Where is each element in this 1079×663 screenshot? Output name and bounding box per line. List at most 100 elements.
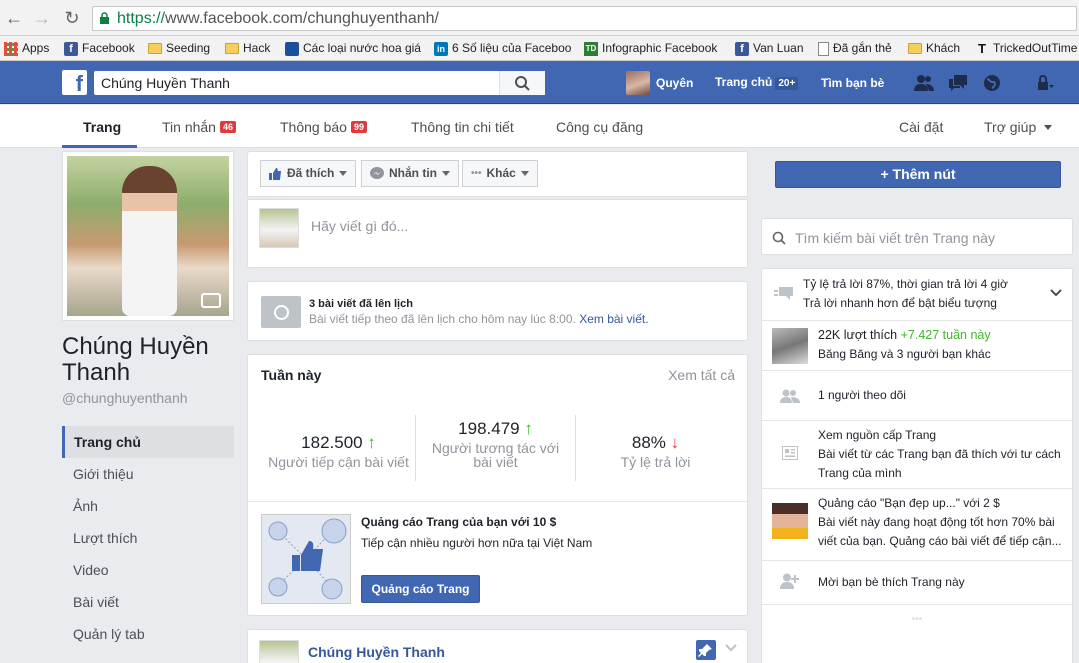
- lock-menu-icon[interactable]: [1036, 74, 1054, 92]
- more-dots-icon[interactable]: •••: [762, 614, 1072, 625]
- view-posts-link[interactable]: Xem bài viết.: [579, 312, 648, 326]
- profile-photo-person: [122, 166, 177, 316]
- tab-help[interactable]: Trợ giúp: [984, 119, 1053, 135]
- left-nav-videos[interactable]: Video: [62, 554, 234, 586]
- messages-count-badge: 46: [219, 121, 236, 133]
- page-feed-row[interactable]: Xem nguồn cấp Trang Bài viết từ các Tran…: [762, 421, 1072, 489]
- left-nav-home[interactable]: Trang chủ: [62, 426, 234, 458]
- bookmarks-bar: Apps f Facebook Seeding Hack Các loại nướ…: [0, 36, 1079, 61]
- bookmark-facebook[interactable]: f Facebook: [64, 40, 135, 57]
- page-feed-title: Xem nguồn cấp Trang: [818, 428, 937, 442]
- promote-page-button[interactable]: Quảng cáo Trang: [361, 575, 480, 603]
- clock-icon: [261, 296, 301, 328]
- page-post-search[interactable]: Tìm kiếm bài viết trên Trang này: [761, 218, 1073, 255]
- pin-icon[interactable]: [696, 640, 716, 660]
- left-nav-manage-tabs[interactable]: Quản lý tab: [62, 618, 234, 650]
- bookmark-trickedouttime[interactable]: T TrickedOutTime: [975, 40, 1079, 57]
- trend-up-icon: ↑: [367, 433, 376, 452]
- facebook-icon: f: [735, 41, 749, 56]
- facebook-logo[interactable]: f: [62, 70, 87, 95]
- profile-link[interactable]: Quyên: [626, 70, 693, 96]
- page-feed-sub: Bài viết từ các Trang bạn đã thích với t…: [818, 447, 1061, 480]
- lock-icon: [100, 12, 109, 24]
- this-week-card: Tuần này Xem tất cả 182.500 ↑ Người tiếp…: [247, 354, 748, 616]
- chevron-down-icon[interactable]: [725, 644, 737, 652]
- bookmark-khach[interactable]: Khách: [908, 40, 960, 57]
- left-nav-photos[interactable]: Ảnh: [62, 490, 234, 522]
- t-icon: T: [978, 40, 986, 56]
- response-rate-row[interactable]: Tỷ lệ trả lời 87%, thời gian trả lời 4 g…: [762, 269, 1072, 321]
- tab-publishing-tools[interactable]: Công cụ đăng: [556, 119, 643, 135]
- likes-row[interactable]: 22K lượt thích +7.427 tuần này Băng Băng…: [762, 321, 1072, 371]
- bookmark-van-luan[interactable]: f Van Luan: [735, 40, 804, 57]
- url-scheme: https://: [117, 10, 166, 27]
- liked-button[interactable]: Đã thích: [260, 160, 357, 187]
- scheduled-posts-card: 3 bài viết đã lên lịch Bài viết tiếp the…: [247, 281, 748, 341]
- find-friends-link[interactable]: Tìm bạn bè: [821, 76, 884, 90]
- search-icon: [515, 76, 530, 91]
- stat-reach[interactable]: 182.500 ↑ Người tiếp cận bài viết: [256, 433, 421, 469]
- bookmark-facebook-stats[interactable]: in 6 Số liệu của Faceboo: [434, 40, 572, 57]
- avatar: [626, 71, 650, 95]
- profile-picture[interactable]: [62, 151, 234, 321]
- tab-page[interactable]: Trang: [83, 119, 121, 135]
- friend-requests-icon[interactable]: [914, 74, 934, 92]
- tab-settings[interactable]: Cài đặt: [899, 119, 943, 135]
- like-icon: [269, 167, 281, 180]
- post-avatar: [259, 640, 299, 663]
- search-input[interactable]: Chúng Huyền Thanh: [94, 71, 545, 95]
- back-icon[interactable]: ←: [4, 8, 24, 28]
- invite-friends-row[interactable]: Mời bạn bè thích Trang này: [762, 561, 1072, 605]
- chat-bubble-icon: [774, 287, 793, 300]
- followers-row[interactable]: 1 người theo dõi: [762, 371, 1072, 421]
- home-link[interactable]: Trang chủ 20+: [715, 75, 799, 90]
- bookmark-perfume[interactable]: Các loại nước hoa giá: [285, 40, 445, 57]
- page-name: Chúng Huyền Thanh: [62, 333, 209, 386]
- trend-down-icon: ↓: [670, 433, 680, 452]
- composer[interactable]: Hãy viết gì đó...: [247, 199, 748, 268]
- tab-messages[interactable]: Tin nhắn 46: [162, 119, 236, 135]
- add-button[interactable]: + Thêm nút: [775, 161, 1061, 188]
- bookmark-apps[interactable]: Apps: [4, 40, 49, 57]
- tab-notifications[interactable]: Thông báo 99: [280, 119, 367, 135]
- notifications-count-badge: 99: [350, 121, 367, 133]
- messages-icon[interactable]: [948, 74, 968, 92]
- chevron-down-icon[interactable]: [1050, 289, 1062, 297]
- scheduled-text: Bài viết tiếp theo đã lên lịch cho hôm n…: [309, 312, 576, 326]
- composer-placeholder[interactable]: Hãy viết gì đó...: [311, 218, 408, 234]
- see-all-link[interactable]: Xem tất cả: [668, 367, 735, 383]
- left-nav-posts[interactable]: Bài viết: [62, 586, 234, 618]
- response-rate-sub: Trả lời nhanh hơn để bật biểu tượng: [803, 296, 997, 310]
- folder-icon: [908, 43, 922, 54]
- left-nav-likes[interactable]: Lượt thích: [62, 522, 234, 554]
- chevron-down-icon: [520, 171, 529, 176]
- stat-response-rate[interactable]: 88% ↓ Tỷ lệ trả lời: [573, 433, 738, 469]
- boost-post-title: Quảng cáo "Bạn đẹp up..." với 2 $: [818, 496, 1000, 510]
- camera-icon[interactable]: [201, 293, 221, 308]
- boost-post-row[interactable]: Quảng cáo "Bạn đẹp up..." với 2 $ Bài vi…: [762, 489, 1072, 561]
- document-icon: [818, 41, 829, 56]
- tab-insights[interactable]: Thông tin chi tiết: [411, 119, 514, 135]
- linkedin-icon: in: [434, 41, 448, 56]
- followers-icon: [780, 389, 800, 403]
- response-rate-title: Tỷ lệ trả lời 87%, thời gian trả lời 4 g…: [803, 277, 1008, 291]
- address-bar[interactable]: https://www.facebook.com/chunghuyenthanh…: [92, 6, 1077, 31]
- bookmark-seeding[interactable]: Seeding: [148, 40, 210, 57]
- people-network-icon: [268, 518, 347, 600]
- search-button[interactable]: [499, 71, 545, 95]
- home-count-badge: 20+: [775, 77, 799, 90]
- stat-engagement[interactable]: 198.479 ↑ Người tương tác với bài viết: [413, 419, 578, 469]
- promote-illustration: [261, 514, 351, 604]
- left-nav-about[interactable]: Giới thiệu: [62, 458, 234, 490]
- globe-icon[interactable]: [982, 74, 1002, 92]
- more-button[interactable]: ••• Khác: [462, 160, 538, 187]
- page-username[interactable]: @chunghuyenthanh: [62, 390, 188, 406]
- post-author[interactable]: Chúng Huyền Thanh: [308, 644, 445, 660]
- bookmark-hack[interactable]: Hack: [225, 40, 270, 57]
- message-button[interactable]: Nhắn tin: [361, 160, 459, 187]
- forward-icon[interactable]: →: [32, 8, 52, 28]
- folder-icon: [225, 43, 239, 54]
- bookmark-infographic[interactable]: TD Infographic Facebook: [584, 40, 717, 57]
- reload-icon[interactable]: ↻: [62, 8, 82, 28]
- bookmark-tagged[interactable]: Đã gắn thẻ: [818, 40, 892, 57]
